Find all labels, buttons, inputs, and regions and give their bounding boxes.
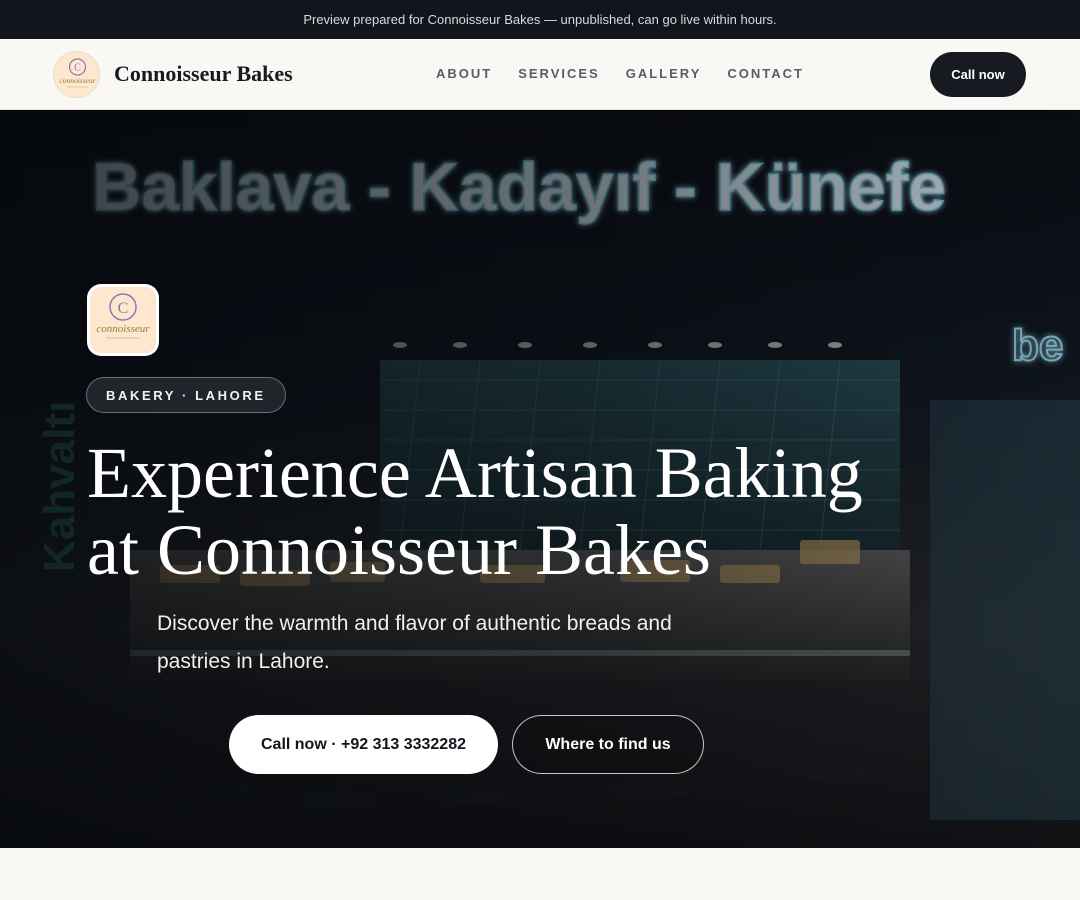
find-us-button[interactable]: Where to find us	[512, 715, 704, 774]
nav-gallery[interactable]: GALLERY	[626, 66, 702, 81]
header-call-button[interactable]: Call now	[930, 52, 1026, 97]
hero-section: Baklava - Kadayıf - Künefe Kahvaltı be C…	[0, 110, 1080, 848]
nav-about[interactable]: ABOUT	[436, 66, 492, 81]
hero-call-button[interactable]: Call now · +92 313 3332282	[229, 715, 498, 774]
nav-contact[interactable]: CONTACT	[727, 66, 804, 81]
nav-services[interactable]: SERVICES	[518, 66, 600, 81]
svg-text:connoisseur: connoisseur	[96, 323, 150, 335]
hero-title-line1: Experience Artisan Baking	[87, 433, 863, 513]
hero-subtitle: Discover the warmth and flavor of authen…	[157, 612, 672, 673]
brand-logo-icon[interactable]: C connoisseur	[53, 51, 100, 98]
hero-title: Experience Artisan Baking at Connoisseur…	[87, 435, 907, 589]
category-badge: BAKERY · LAHORE	[86, 377, 286, 413]
main-nav: ABOUT SERVICES GALLERY CONTACT	[436, 66, 804, 81]
preview-banner-text: Preview prepared for Connoisseur Bakes —…	[303, 12, 777, 27]
svg-text:C: C	[74, 63, 81, 74]
preview-banner: Preview prepared for Connoisseur Bakes —…	[0, 0, 1080, 39]
site-header: C connoisseur Connoisseur Bakes ABOUT SE…	[0, 39, 1080, 110]
hero-logo-icon: C connoisseur	[87, 284, 159, 356]
svg-text:connoisseur: connoisseur	[59, 76, 95, 85]
svg-text:C: C	[118, 300, 129, 317]
hero-title-line2: at Connoisseur Bakes	[87, 510, 711, 590]
brand-name[interactable]: Connoisseur Bakes	[114, 61, 293, 87]
